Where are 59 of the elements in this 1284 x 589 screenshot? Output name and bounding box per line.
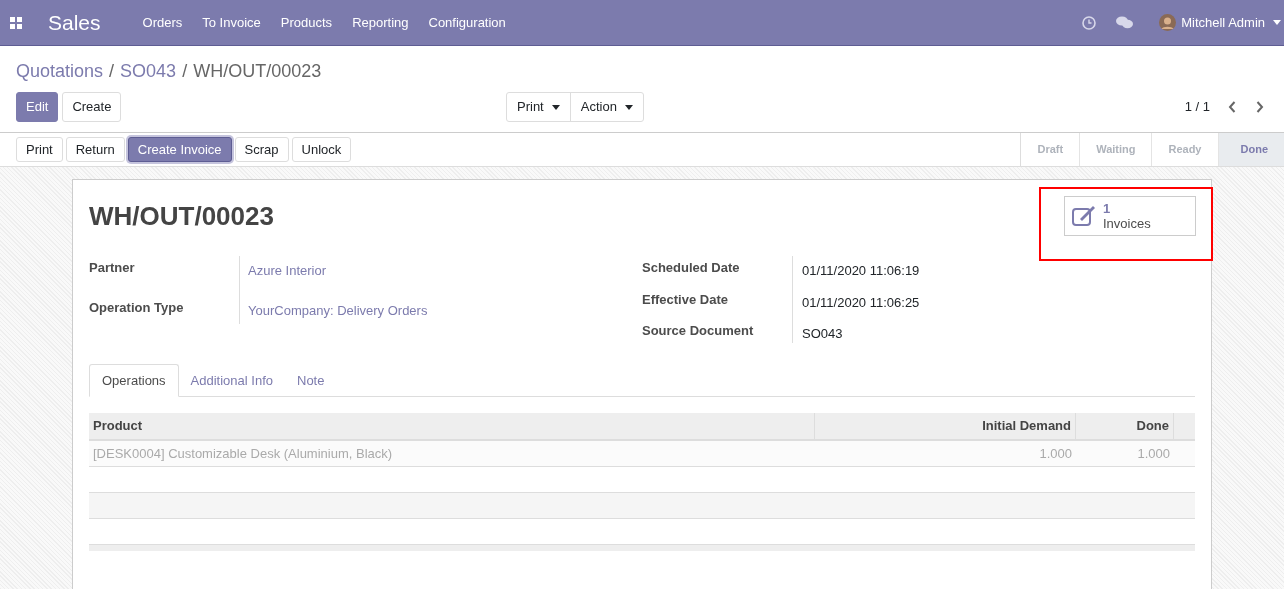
field-label: Partner — [89, 259, 136, 277]
column-header[interactable]: Done — [1076, 413, 1174, 439]
menu-item[interactable]: To Invoice — [192, 12, 271, 33]
header-button[interactable]: Scrap — [234, 137, 289, 162]
chat-icon[interactable] — [1116, 16, 1134, 29]
form-tab[interactable]: Operations — [89, 364, 179, 397]
control-button[interactable]: Edit — [16, 92, 59, 122]
menu-item[interactable]: Products — [270, 12, 343, 33]
field-value: SO043 — [802, 325, 844, 343]
status-stage[interactable]: Draft — [1021, 133, 1080, 166]
field-value: 01/11/2020 11:06:19 — [802, 262, 920, 280]
breadcrumb-separator: / — [109, 60, 115, 83]
field-value: 01/11/2020 11:06:25 — [802, 293, 920, 312]
status-stage[interactable]: Done — [1217, 133, 1284, 166]
dropdown-button[interactable]: Print — [507, 93, 570, 121]
app-title[interactable]: Sales — [48, 6, 101, 39]
menu-item[interactable]: Orders — [132, 12, 193, 33]
user-menu[interactable]: Mitchell Admin — [1181, 12, 1281, 33]
form-tab[interactable]: Additional Info — [178, 364, 285, 397]
invoice-label: Invoices — [1103, 216, 1151, 231]
record-title: WH/OUT/00023 — [89, 200, 274, 233]
status-stage[interactable]: Waiting — [1079, 133, 1152, 166]
caret-icon — [624, 104, 633, 110]
breadcrumb-link[interactable]: SO043 — [120, 58, 177, 85]
caret-icon — [551, 104, 560, 110]
table-cell-text: [DESK0004] Customizable Desk (Aluminium, Black) — [92, 444, 394, 463]
menu-item[interactable]: Configuration — [418, 12, 516, 33]
field-label: Effective Date — [642, 290, 729, 309]
avatar-icon[interactable] — [1159, 14, 1177, 31]
breadcrumb-separator: / — [182, 60, 188, 83]
field-link[interactable]: Azure Interior — [248, 261, 428, 281]
table-cell-text: 1.000 — [1136, 444, 1171, 463]
field-link[interactable]: YourCompany: Delivery Orders — [248, 300, 428, 320]
control-button[interactable]: Create — [62, 92, 122, 122]
status-stage[interactable]: Ready — [1151, 133, 1218, 166]
header-button[interactable]: Print — [16, 137, 63, 162]
invoice-count: 1 — [1103, 201, 1112, 216]
pager-value: 1 / 1 — [1184, 98, 1210, 117]
edit-icon — [1072, 205, 1097, 227]
breadcrumb-link[interactable]: Quotations — [16, 58, 104, 85]
next-icon[interactable] — [1256, 101, 1264, 113]
header-button[interactable]: Unlock — [291, 137, 352, 162]
dropdown-button[interactable]: Action — [569, 93, 643, 121]
caret-icon — [1273, 20, 1281, 25]
clock-icon[interactable] — [1082, 15, 1097, 30]
form-tab[interactable]: Note — [285, 364, 337, 397]
previous-icon[interactable] — [1228, 101, 1236, 113]
header-button[interactable]: Return — [65, 137, 125, 162]
invoices-smart-button[interactable]: 1 Invoices — [1064, 196, 1196, 236]
field-label: Operation Type — [89, 298, 185, 317]
field-label: Source Document — [642, 322, 755, 340]
column-header[interactable]: Product — [89, 413, 815, 439]
menu-item[interactable]: Reporting — [342, 12, 419, 33]
field-label: Scheduled Date — [642, 259, 741, 277]
table-cell-text: 1.000 — [1038, 444, 1073, 463]
header-button[interactable]: Create Invoice — [127, 137, 232, 162]
apps-menu-icon[interactable] — [10, 16, 22, 29]
breadcrumb-current: WH/OUT/00023 — [193, 60, 322, 83]
column-header[interactable]: Initial Demand — [815, 413, 1076, 439]
